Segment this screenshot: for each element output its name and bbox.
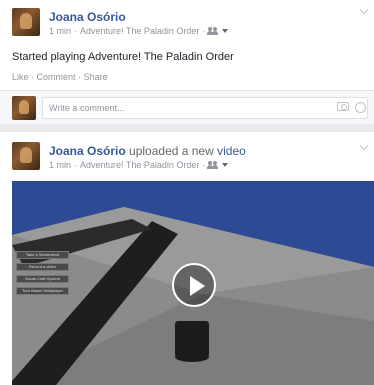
comment-input[interactable]: Write a comment... (42, 97, 368, 119)
camera-icon[interactable] (337, 102, 349, 111)
post-app-link[interactable]: Adventure! The Paladin Order (80, 160, 199, 170)
meta-separator: · (74, 26, 78, 36)
video-menu-item: Turn Based Multiplayer (16, 287, 69, 295)
pillar (175, 321, 209, 357)
post-time[interactable]: 1 min (49, 160, 71, 170)
meta-separator: · (74, 160, 78, 170)
share-button[interactable]: Share (84, 72, 108, 82)
action-separator: · (78, 72, 82, 82)
comment-button[interactable]: Comment (37, 72, 76, 82)
action-separator: · (31, 72, 35, 82)
video-link[interactable]: video (217, 144, 246, 158)
post-verb: uploaded a new (129, 144, 214, 158)
post-meta: 1 min · Adventure! The Paladin Order · (49, 160, 229, 170)
audience-caret-icon[interactable] (222, 163, 229, 167)
audience-caret-icon[interactable] (222, 29, 229, 33)
author-avatar[interactable] (12, 142, 40, 170)
post-headline: Joana Osório uploaded a new video (49, 144, 246, 158)
play-icon[interactable] (172, 263, 216, 307)
post-options-chevron-icon[interactable] (360, 143, 368, 151)
author-name[interactable]: Joana Osório (49, 144, 126, 158)
emoji-icon[interactable] (355, 102, 366, 113)
post-actions: Like · Comment · Share (12, 72, 108, 82)
post-status-text: Started playing Adventure! The Paladin O… (12, 51, 234, 63)
meta-separator: · (202, 26, 206, 36)
feed-post-played: Joana Osório 1 min · Adventure! The Pala… (0, 0, 374, 124)
author-avatar[interactable] (12, 8, 40, 36)
like-button[interactable]: Like (12, 72, 29, 82)
pillar-base (175, 352, 209, 362)
video-player[interactable]: Take a Screenshot Record a video Social … (12, 181, 374, 385)
feed-post-video: Joana Osório uploaded a new video 1 min … (0, 132, 374, 385)
post-time[interactable]: 1 min (49, 26, 71, 36)
author-name[interactable]: Joana Osório (49, 10, 126, 24)
meta-separator: · (202, 160, 206, 170)
video-menu-item: Record a video (16, 263, 69, 271)
commenter-avatar (12, 96, 36, 120)
post-app-link[interactable]: Adventure! The Paladin Order (80, 26, 199, 36)
video-menu-item: Social Craft System (16, 275, 69, 283)
friends-audience-icon[interactable] (207, 27, 219, 35)
comment-composer: Write a comment... (0, 90, 374, 124)
post-meta: 1 min · Adventure! The Paladin Order · (49, 26, 229, 36)
friends-audience-icon[interactable] (207, 161, 219, 169)
video-menu-item: Take a Screenshot (16, 251, 69, 259)
post-options-chevron-icon[interactable] (360, 7, 368, 15)
